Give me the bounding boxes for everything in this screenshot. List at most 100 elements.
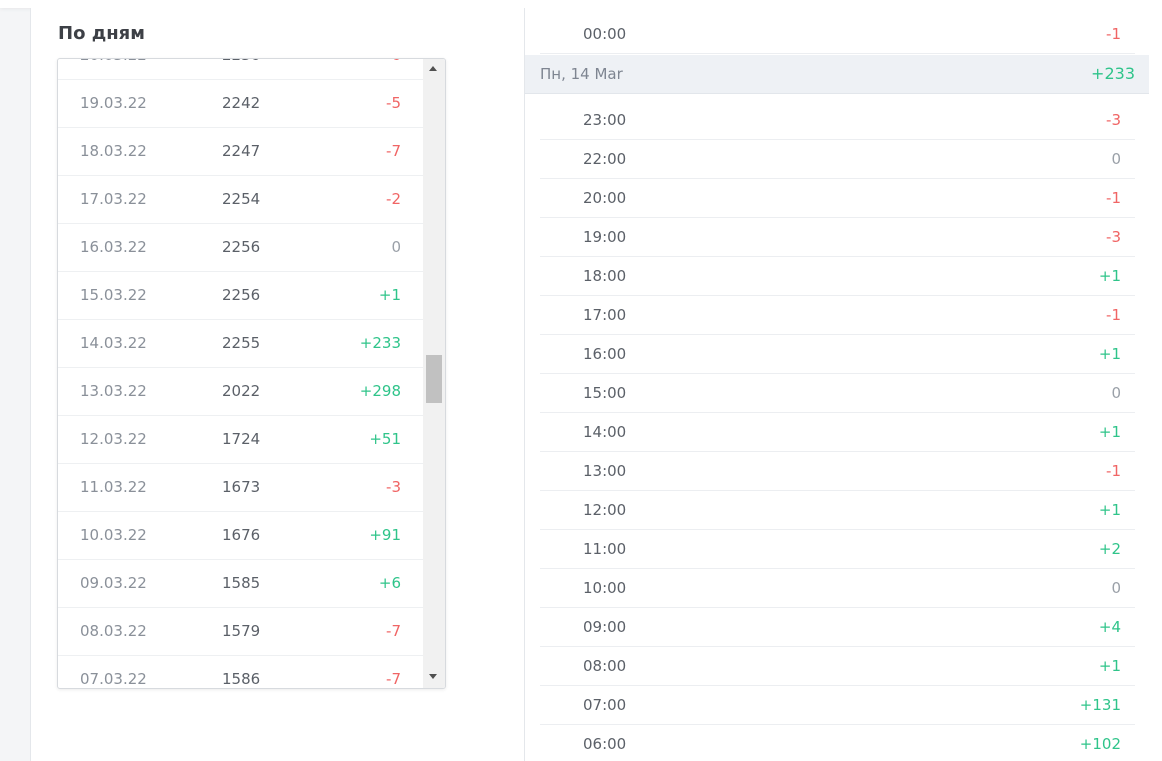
daily-row[interactable]: 13.03.22 2022 +298 xyxy=(58,368,423,416)
hour-row: 17:00 -1 xyxy=(540,296,1135,335)
daily-count: 2247 xyxy=(222,142,261,160)
daily-row[interactable]: 16.03.22 2256 0 xyxy=(58,224,423,272)
daily-date: 13.03.22 xyxy=(80,382,147,400)
hour-time: 09:00 xyxy=(583,618,627,636)
daily-date: 10.03.22 xyxy=(80,526,147,544)
hour-row: 19:00 -3 xyxy=(540,218,1135,257)
hour-delta: -1 xyxy=(1106,306,1121,324)
daily-row[interactable]: 09.03.22 1585 +6 xyxy=(58,560,423,608)
daily-delta: -5 xyxy=(386,94,401,112)
hour-time: 08:00 xyxy=(583,657,627,675)
daily-row[interactable]: 11.03.22 1673 -3 xyxy=(58,464,423,512)
daily-count: 1579 xyxy=(222,622,261,640)
hour-time: 19:00 xyxy=(583,228,627,246)
daily-count: 1585 xyxy=(222,574,261,592)
daily-delta: +51 xyxy=(369,430,401,448)
daily-row[interactable]: 14.03.22 2255 +233 xyxy=(58,320,423,368)
hour-delta: 0 xyxy=(1111,150,1121,168)
daily-row[interactable]: 15.03.22 2256 +1 xyxy=(58,272,423,320)
hour-row: 14:00 +1 xyxy=(540,413,1135,452)
hour-row: 09:00 +4 xyxy=(540,608,1135,647)
hour-time: 11:00 xyxy=(583,540,627,558)
daily-date: 11.03.22 xyxy=(80,478,147,496)
daily-count: 2242 xyxy=(222,94,261,112)
hour-delta: -3 xyxy=(1106,111,1121,129)
hour-delta: +2 xyxy=(1098,540,1121,558)
daily-delta: -3 xyxy=(386,478,401,496)
hour-delta: -3 xyxy=(1106,228,1121,246)
daily-delta: +91 xyxy=(369,526,401,544)
daily-count: 1676 xyxy=(222,526,261,544)
hour-row: 07:00 +131 xyxy=(540,686,1135,725)
hour-row: 10:00 0 xyxy=(540,569,1135,608)
daily-count: 2256 xyxy=(222,286,261,304)
daily-date: 16.03.22 xyxy=(80,238,147,256)
daily-delta: 0 xyxy=(391,238,401,256)
scroll-up-arrow-icon[interactable] xyxy=(423,59,445,81)
daily-row[interactable]: 07.03.22 1586 -7 xyxy=(58,656,423,688)
hourly-stats-card: 00:00 -1 23:00 -3 22:00 0 20:00 -1 19:00 -3 18:0… xyxy=(524,8,1162,761)
hour-row: 13:00 -1 xyxy=(540,452,1135,491)
daily-date: 18.03.22 xyxy=(80,142,147,160)
daily-date: 17.03.22 xyxy=(80,190,147,208)
daily-delta: +6 xyxy=(378,574,401,592)
daily-delta: -7 xyxy=(386,622,401,640)
daily-row[interactable]: 17.03.22 2254 -2 xyxy=(58,176,423,224)
daily-date: 07.03.22 xyxy=(80,670,147,688)
hour-delta: +131 xyxy=(1079,696,1121,714)
section-title: По дням xyxy=(58,23,145,44)
hour-row: 08:00 +1 xyxy=(540,647,1135,686)
hour-time: 17:00 xyxy=(583,306,627,324)
daily-date: 20.03.22 xyxy=(80,59,147,64)
hour-delta: +1 xyxy=(1098,657,1121,675)
hour-delta: -1 xyxy=(1106,462,1121,480)
hour-delta: +1 xyxy=(1098,345,1121,363)
hour-row: 18:00 +1 xyxy=(540,257,1135,296)
daily-list[interactable]: 20.03.22 2236 -6 19.03.22 2242 -5 18.03.22 2247… xyxy=(57,58,446,689)
hour-delta: +4 xyxy=(1098,618,1121,636)
scroll-down-arrow-icon[interactable] xyxy=(423,666,445,688)
daily-count: 2236 xyxy=(222,59,260,64)
day-group-label: Пн, 14 Mar xyxy=(540,65,623,83)
day-group-header[interactable]: Пн, 14 Mar +233 xyxy=(525,55,1149,94)
daily-delta: -6 xyxy=(386,59,401,64)
scrollbar[interactable] xyxy=(423,59,445,688)
hour-row: 16:00 +1 xyxy=(540,335,1135,374)
daily-delta: +233 xyxy=(359,334,401,352)
hour-row: 11:00 +2 xyxy=(540,530,1135,569)
daily-delta: -7 xyxy=(386,670,401,688)
daily-count: 1586 xyxy=(222,670,261,688)
daily-row[interactable]: 18.03.22 2247 -7 xyxy=(58,128,423,176)
daily-date: 12.03.22 xyxy=(80,430,147,448)
hour-time: 16:00 xyxy=(583,345,627,363)
daily-delta: +298 xyxy=(359,382,401,400)
hour-delta: +102 xyxy=(1079,735,1121,753)
daily-row[interactable]: 12.03.22 1724 +51 xyxy=(58,416,423,464)
daily-stats-card: По дням 20.03.22 2236 -6 19.03.22 2242 -5 18.0… xyxy=(30,8,525,761)
daily-count: 2022 xyxy=(222,382,261,400)
daily-row[interactable]: 08.03.22 1579 -7 xyxy=(58,608,423,656)
daily-rows: 20.03.22 2236 -6 19.03.22 2242 -5 18.03.22 2247… xyxy=(58,59,423,688)
daily-date: 08.03.22 xyxy=(80,622,147,640)
hour-time: 23:00 xyxy=(583,111,627,129)
daily-row[interactable]: 19.03.22 2242 -5 xyxy=(58,80,423,128)
daily-row[interactable]: 10.03.22 1676 +91 xyxy=(58,512,423,560)
daily-count: 2254 xyxy=(222,190,261,208)
hour-time: 07:00 xyxy=(583,696,627,714)
hour-time: 00:00 xyxy=(583,25,627,43)
daily-date: 19.03.22 xyxy=(80,94,147,112)
hour-row: 00:00 -1 xyxy=(540,15,1135,54)
hour-time: 06:00 xyxy=(583,735,627,753)
hour-rows: 23:00 -3 22:00 0 20:00 -1 19:00 -3 18:00 +1 17:00 -… xyxy=(540,101,1135,761)
hour-row: 15:00 0 xyxy=(540,374,1135,413)
hour-delta: -1 xyxy=(1106,189,1121,207)
daily-count: 1724 xyxy=(222,430,261,448)
hour-row: 23:00 -3 xyxy=(540,101,1135,140)
hourly-list: 00:00 -1 23:00 -3 22:00 0 20:00 -1 19:00 -3 18:0… xyxy=(540,15,1135,753)
scrollbar-thumb[interactable] xyxy=(426,355,442,403)
hour-time: 13:00 xyxy=(583,462,627,480)
daily-delta: +1 xyxy=(378,286,401,304)
hour-time: 12:00 xyxy=(583,501,627,519)
daily-row[interactable]: 20.03.22 2236 -6 xyxy=(58,59,423,80)
daily-count: 1673 xyxy=(222,478,261,496)
